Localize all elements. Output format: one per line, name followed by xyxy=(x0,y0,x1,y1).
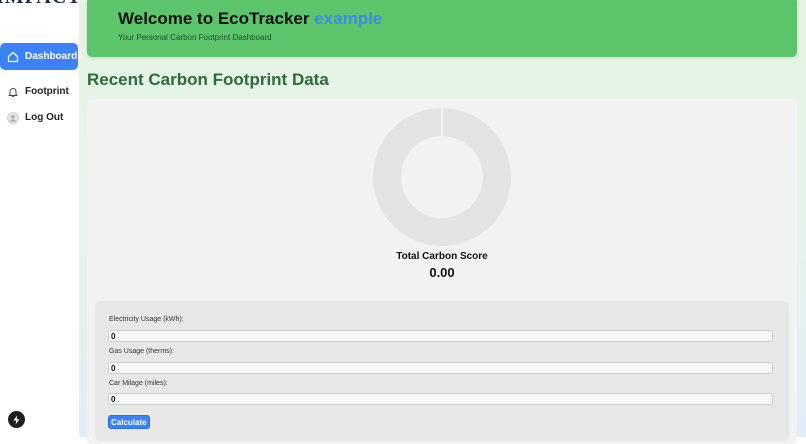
welcome-title: Welcome to EcoTracker example xyxy=(118,9,382,29)
donut-chart xyxy=(373,108,511,246)
welcome-banner: Welcome to EcoTracker example Your Perso… xyxy=(87,0,797,57)
sidebar-item-dashboard[interactable]: Dashboard xyxy=(0,43,78,70)
gas-input[interactable]: 0 xyxy=(108,362,773,374)
bolt-icon[interactable] xyxy=(8,411,25,428)
sidebar-item-label: Log Out xyxy=(25,112,64,123)
bell-icon xyxy=(6,85,20,99)
username: example xyxy=(314,9,383,28)
electricity-input[interactable]: 0 xyxy=(108,330,773,342)
sidebar: IMPACT Dashboard Footprint Log Out xyxy=(0,0,82,437)
welcome-title-text: Welcome to EcoTracker xyxy=(118,9,315,28)
main-content: Welcome to EcoTracker example Your Perso… xyxy=(79,0,806,444)
sidebar-item-label: Footprint xyxy=(25,86,69,97)
section-title: Recent Carbon Footprint Data xyxy=(87,70,329,89)
footprint-card: Total Carbon Score 0.00 Electricity Usag… xyxy=(87,99,797,444)
sidebar-item-footprint[interactable]: Footprint xyxy=(0,78,78,105)
sidebar-item-logout[interactable]: Log Out xyxy=(0,104,78,131)
car-label: Car Milage (miles): xyxy=(109,380,168,387)
welcome-subtitle: Your Personal Carbon Footprint Dashboard xyxy=(118,33,272,42)
app-logo: IMPACT xyxy=(0,0,82,9)
electricity-label: Electricity Usage (kWh): xyxy=(109,316,184,323)
user-icon xyxy=(6,111,20,125)
score-value: 0.00 xyxy=(429,265,455,280)
home-icon xyxy=(6,50,20,64)
gas-label: Gas Usage (therms): xyxy=(109,348,174,355)
calculate-button[interactable]: Calculate xyxy=(108,415,150,429)
sidebar-item-label: Dashboard xyxy=(25,51,78,62)
score-label: Total Carbon Score xyxy=(396,251,488,262)
usage-form: Electricity Usage (kWh): 0 Gas Usage (th… xyxy=(95,301,789,441)
donut-ring xyxy=(373,108,511,246)
car-input[interactable]: 0 xyxy=(108,393,773,405)
